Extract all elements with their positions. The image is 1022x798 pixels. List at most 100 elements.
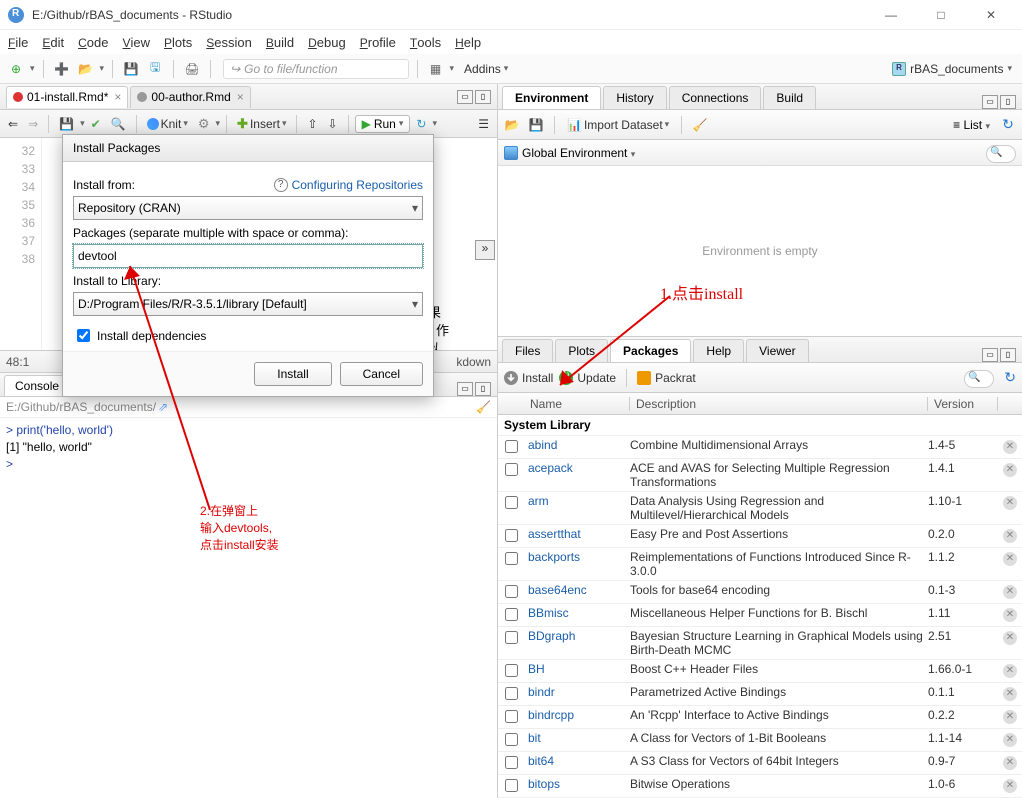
configure-repos-link[interactable]: ?Configuring Repositories [274, 178, 423, 192]
project-menu[interactable]: rBAS_documents ▾ [892, 62, 1016, 76]
pkg-list[interactable]: System Library abind Combine Multidimens… [498, 415, 1022, 798]
tab-viewer[interactable]: Viewer [746, 339, 808, 362]
menu-file[interactable]: File [8, 35, 28, 50]
chunk-expand-icon[interactable]: » [475, 240, 495, 260]
spellcheck-icon[interactable]: ✔ [87, 116, 105, 132]
save-all-icon[interactable]: 🖫 [145, 59, 165, 79]
pkg-name-link[interactable]: BDgraph [524, 629, 630, 643]
tab-connections[interactable]: Connections [669, 86, 762, 109]
pkg-name-link[interactable]: assertthat [524, 527, 630, 541]
pkg-search-input[interactable] [964, 370, 994, 388]
maximize-button[interactable]: □ [926, 8, 956, 22]
console-body[interactable]: > print('hello, world') [1] "hello, worl… [0, 418, 497, 798]
pkg-checkbox[interactable] [505, 710, 518, 723]
new-file-icon[interactable]: ⊕ [6, 59, 26, 79]
pkg-checkbox[interactable] [505, 552, 518, 565]
find-icon[interactable]: 🔍 [107, 116, 130, 132]
pkg-remove-icon[interactable]: ✕ [998, 731, 1022, 747]
pkg-checkbox[interactable] [505, 529, 518, 542]
menu-debug[interactable]: Debug [308, 35, 346, 50]
addins-menu[interactable]: Addins ▾ [464, 62, 508, 76]
env-search-input[interactable] [986, 145, 1016, 163]
menu-edit[interactable]: Edit [42, 35, 64, 50]
new-project-icon[interactable]: ➕ [52, 59, 72, 79]
open-icon[interactable]: 📂 [76, 59, 96, 79]
pkg-remove-icon[interactable]: ✕ [998, 494, 1022, 510]
pkg-checkbox[interactable] [505, 608, 518, 621]
pkg-name-link[interactable]: acepack [524, 461, 630, 475]
refresh-icon[interactable]: ↻ [998, 115, 1018, 135]
env-scope[interactable]: Global Environment ▾ [522, 146, 635, 160]
menu-plots[interactable]: Plots [164, 35, 192, 50]
close-icon[interactable]: × [114, 90, 121, 104]
pkg-remove-icon[interactable]: ✕ [998, 754, 1022, 770]
list-view-toggle[interactable]: ≡ List ▾ [953, 118, 990, 132]
pkg-name-link[interactable]: bit64 [524, 754, 630, 768]
pkg-name-link[interactable]: bindr [524, 685, 630, 699]
tab-history[interactable]: History [603, 86, 666, 109]
pkg-remove-icon[interactable]: ✕ [998, 708, 1022, 724]
tab-build[interactable]: Build [763, 86, 816, 109]
pkg-name-link[interactable]: base64enc [524, 583, 630, 597]
close-icon[interactable]: × [237, 90, 244, 104]
menu-tools[interactable]: Tools [410, 35, 441, 50]
print-icon[interactable]: 🖨 [182, 59, 202, 79]
tab-console[interactable]: Console [4, 375, 70, 396]
install-deps-checkbox[interactable]: Install dependencies [73, 326, 423, 345]
menu-session[interactable]: Session [206, 35, 252, 50]
install-button[interactable]: Install [504, 371, 553, 385]
clear-console-icon[interactable]: 🧹 [476, 400, 491, 414]
pkg-remove-icon[interactable]: ✕ [998, 685, 1022, 701]
maximize-pane-icon[interactable]: ▯ [1000, 348, 1016, 362]
next-chunk-icon[interactable]: ⇩ [324, 116, 342, 132]
maximize-pane-icon[interactable]: ▯ [1000, 95, 1016, 109]
pkg-name-link[interactable]: bitops [524, 777, 630, 791]
packages-input[interactable] [73, 244, 423, 268]
forward-icon[interactable]: ⇒ [24, 116, 42, 132]
pkg-remove-icon[interactable]: ✕ [998, 583, 1022, 599]
pkg-remove-icon[interactable]: ✕ [998, 438, 1022, 454]
goto-input[interactable]: ↪ Go to file/function [223, 59, 408, 79]
menu-build[interactable]: Build [266, 35, 294, 50]
library-select[interactable]: D:/Program Files/R/R-3.5.1/library [Defa… [73, 292, 423, 316]
insert-button[interactable]: ✚Insert ▾ [233, 115, 290, 133]
publish-icon[interactable]: ↻ [412, 116, 430, 132]
tab-files[interactable]: Files [502, 339, 553, 362]
pkg-checkbox[interactable] [505, 664, 518, 677]
pkg-checkbox[interactable] [505, 687, 518, 700]
save-icon[interactable]: 💾 [121, 59, 141, 79]
pkg-remove-icon[interactable]: ✕ [998, 550, 1022, 566]
minimize-pane-icon[interactable]: ▭ [457, 382, 473, 396]
minimize-pane-icon[interactable]: ▭ [982, 348, 998, 362]
pkg-remove-icon[interactable]: ✕ [998, 662, 1022, 678]
maximize-pane-icon[interactable]: ▯ [475, 382, 491, 396]
pkg-checkbox[interactable] [505, 756, 518, 769]
tab-01-install[interactable]: 01-install.Rmd* × [6, 86, 128, 108]
tab-plots[interactable]: Plots [555, 339, 608, 362]
pkg-name-link[interactable]: arm [524, 494, 630, 508]
save-icon[interactable]: 💾 [55, 116, 78, 132]
pkg-remove-icon[interactable]: ✕ [998, 606, 1022, 622]
pkg-checkbox[interactable] [505, 496, 518, 509]
clear-env-icon[interactable]: 🧹 [690, 115, 710, 135]
tab-environment[interactable]: Environment [502, 86, 601, 109]
import-dataset-button[interactable]: 📊 Import Dataset ▾ [563, 117, 673, 133]
tab-00-author[interactable]: 00-author.Rmd × [130, 86, 250, 108]
pkg-remove-icon[interactable]: ✕ [998, 629, 1022, 645]
grid-icon[interactable]: ▦ [426, 59, 446, 79]
tab-help[interactable]: Help [693, 339, 744, 362]
menu-help[interactable]: Help [455, 35, 481, 50]
pkg-name-link[interactable]: bit [524, 731, 630, 745]
pkg-checkbox[interactable] [505, 733, 518, 746]
load-icon[interactable]: 📂 [502, 115, 522, 135]
pkg-name-link[interactable]: BBmisc [524, 606, 630, 620]
close-button[interactable]: ✕ [976, 8, 1006, 22]
run-button[interactable]: ▶Run ▾ [355, 115, 411, 133]
gear-icon[interactable]: ⚙ [194, 115, 214, 133]
pkg-name-link[interactable]: abind [524, 438, 630, 452]
minimize-pane-icon[interactable]: ▭ [457, 90, 473, 104]
pkg-remove-icon[interactable]: ✕ [998, 777, 1022, 793]
save-icon[interactable]: 💾 [526, 115, 546, 135]
install-from-select[interactable]: Repository (CRAN)▾ [73, 196, 423, 220]
pkg-name-link[interactable]: bindrcpp [524, 708, 630, 722]
